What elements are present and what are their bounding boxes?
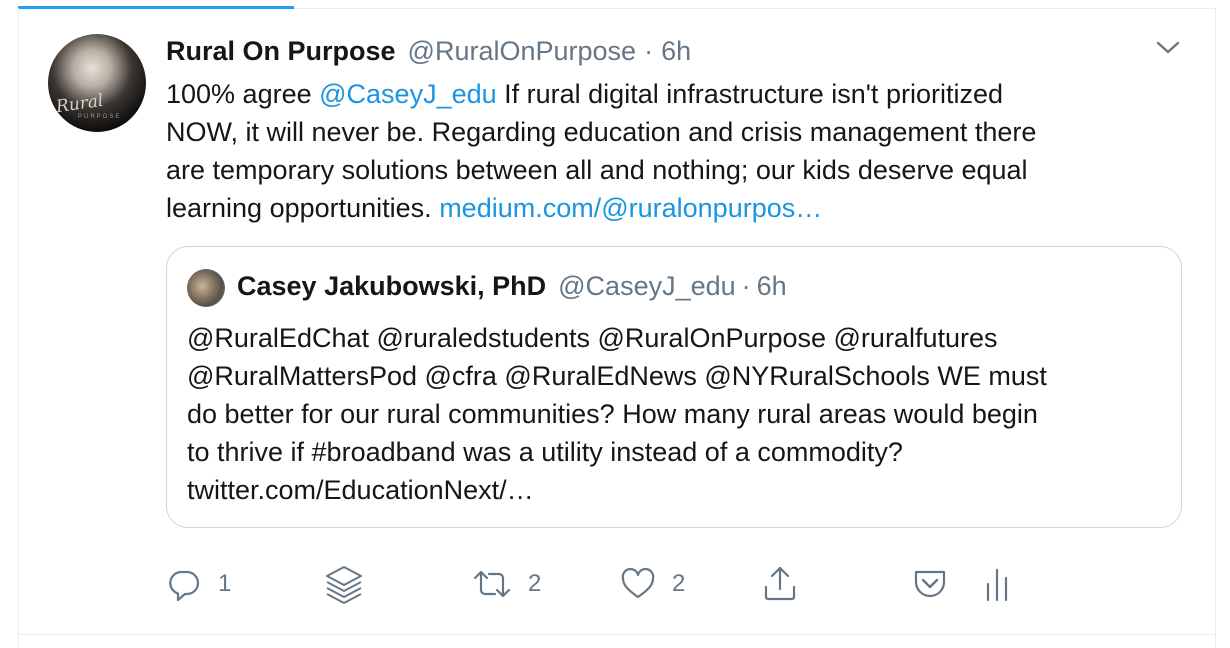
tweet-text-line: 100% agree @CaseyJ_edu If rural digital … [166, 75, 1176, 113]
separator-dot: · [644, 36, 654, 66]
reply-icon [169, 570, 200, 602]
external-link[interactable]: medium.com/@ruralonpurpos… [439, 193, 822, 223]
right-divider [1215, 8, 1216, 648]
pocket-icon [914, 570, 946, 598]
analytics-button[interactable] [982, 562, 1012, 606]
separator-dot: · [741, 271, 751, 301]
retweet-button[interactable]: 2 [472, 562, 541, 606]
tweet-text-segment: 100% agree [166, 79, 320, 109]
analytics-icon [986, 568, 1008, 602]
quoted-text-line: to thrive if #broadband was a utility in… [187, 437, 903, 467]
tweet-text-line: NOW, it will never be. Regarding educati… [166, 117, 1037, 147]
reply-button[interactable]: 1 [166, 562, 231, 606]
quoted-text-line: @RuralMattersPod @cfra @RuralEdNews @NYR… [187, 361, 1047, 391]
share-button[interactable] [762, 562, 798, 606]
layers-icon [326, 566, 362, 604]
quoted-tweet-text: @RuralEdChat @ruraledstudents @RuralOnPu… [187, 319, 1167, 509]
quoted-tweet[interactable]: Casey Jakubowski, PhD @CaseyJ_edu · 6h @… [166, 246, 1182, 528]
quoted-text-line: twitter.com/EducationNext/… [187, 475, 534, 505]
avatar[interactable]: Rural PURPOSE [48, 34, 146, 132]
avatar-logo-subtext: PURPOSE [78, 114, 122, 120]
like-count: 2 [672, 570, 686, 597]
quoted-timestamp: 6h [756, 271, 787, 301]
chevron-down-icon[interactable] [1154, 36, 1182, 60]
tweet-card: Rural PURPOSE Rural On Purpose @RuralOnP… [0, 0, 1230, 648]
tweet-text-line: are temporary solutions between all and … [166, 155, 1028, 185]
tweet-text-segment: If rural digital infrastructure isn't pr… [496, 79, 1003, 109]
user-handle[interactable]: @RuralOnPurpose [408, 36, 637, 67]
tweet-actions: 1 2 2 [166, 562, 1066, 606]
heart-icon [621, 567, 655, 599]
share-icon [764, 566, 796, 601]
display-name[interactable]: Rural On Purpose [166, 36, 396, 67]
tweet-text: 100% agree @CaseyJ_edu If rural digital … [166, 75, 1176, 227]
quoted-user-handle: @CaseyJ_edu [558, 271, 736, 301]
retweet-icon [473, 570, 511, 598]
like-button[interactable]: 2 [620, 562, 685, 606]
tweet-text-segment: learning opportunities. [166, 193, 440, 223]
quoted-text-line: do better for our rural communities? How… [187, 399, 1038, 429]
tweet-text-line: learning opportunities. medium.com/@rura… [166, 189, 1176, 227]
left-divider [18, 8, 19, 648]
layers-button[interactable] [324, 562, 364, 606]
bottom-divider [18, 634, 1216, 635]
quoted-text-line: @RuralEdChat @ruraledstudents @RuralOnPu… [187, 323, 998, 353]
quoted-display-name: Casey Jakubowski, PhD [237, 271, 547, 301]
tweet-header: Rural On Purpose @RuralOnPurpose · 6h [166, 36, 691, 68]
active-tab-indicator [18, 6, 294, 9]
pocket-button[interactable] [912, 562, 948, 606]
quoted-tweet-header: Casey Jakubowski, PhD @CaseyJ_edu · 6h [237, 271, 787, 302]
mention-link[interactable]: @CaseyJ_edu [319, 79, 497, 109]
timestamp[interactable]: 6h [661, 36, 691, 67]
retweet-count: 2 [528, 570, 542, 597]
reply-count: 1 [218, 570, 232, 597]
quoted-avatar [187, 269, 225, 307]
